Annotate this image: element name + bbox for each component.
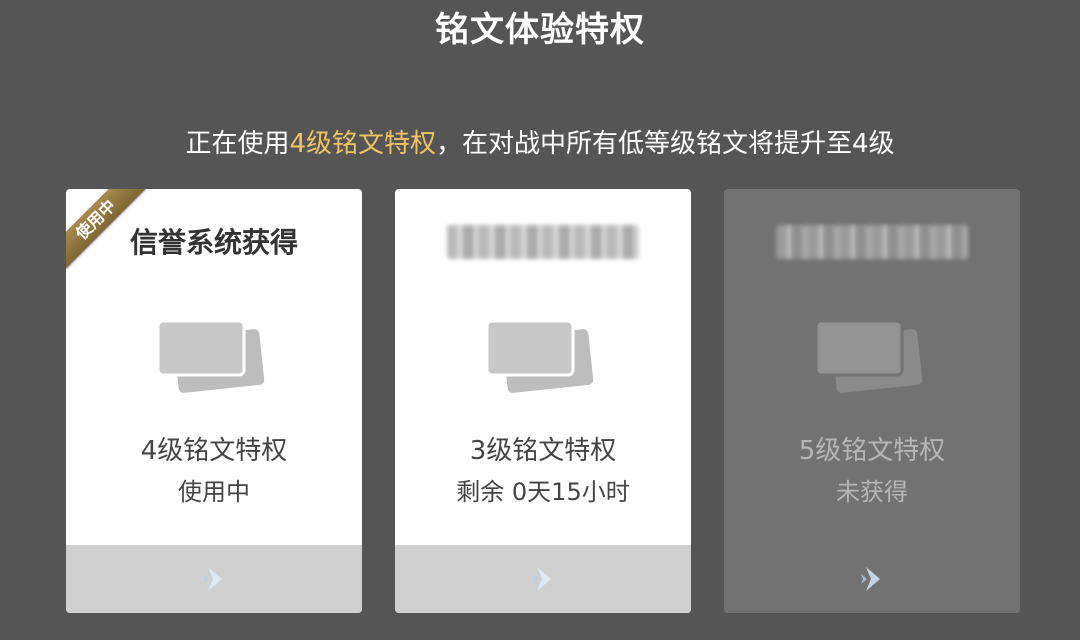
card-detail-button[interactable] xyxy=(724,545,1020,613)
card-source-title-blurred xyxy=(447,225,639,259)
arrow-right-icon xyxy=(861,567,880,591)
arrow-right-icon xyxy=(532,567,551,591)
privilege-card-level-3[interactable]: 3级铭文特权 剩余 0天15小时 xyxy=(395,189,691,613)
inscription-cards-icon xyxy=(485,319,594,393)
description-highlight: 4级铭文特权 xyxy=(289,129,436,159)
card-source-title: 信誉系统获得 xyxy=(129,226,298,259)
description-prefix: 正在使用 xyxy=(185,129,290,159)
privilege-card-level-4[interactable]: 使用中 信誉系统获得 4级铭文特权 使用中 xyxy=(66,189,362,613)
card-remaining-time: 剩余 0天15小时 xyxy=(456,478,630,506)
privilege-description: 正在使用4级铭文特权，在对战中所有低等级铭文将提升至4级 xyxy=(0,124,1080,164)
card-source-title-blurred xyxy=(776,225,968,259)
inscription-cards-icon xyxy=(814,319,923,393)
description-suffix: ，在对战中所有低等级铭文将提升至4级 xyxy=(436,129,895,159)
card-status: 未获得 xyxy=(836,478,908,506)
card-level-label: 5级铭文特权 xyxy=(798,436,946,466)
inscription-cards-icon xyxy=(156,319,265,393)
card-level-label: 3级铭文特权 xyxy=(469,436,617,466)
arrow-right-icon xyxy=(203,567,222,591)
page-title: 铭文体验特权 xyxy=(435,10,645,50)
card-detail-button[interactable] xyxy=(395,545,691,613)
privilege-card-level-5[interactable]: 5级铭文特权 未获得 xyxy=(724,189,1020,613)
card-level-label: 4级铭文特权 xyxy=(140,436,288,466)
card-detail-button[interactable] xyxy=(66,545,362,613)
card-status: 使用中 xyxy=(178,478,250,506)
